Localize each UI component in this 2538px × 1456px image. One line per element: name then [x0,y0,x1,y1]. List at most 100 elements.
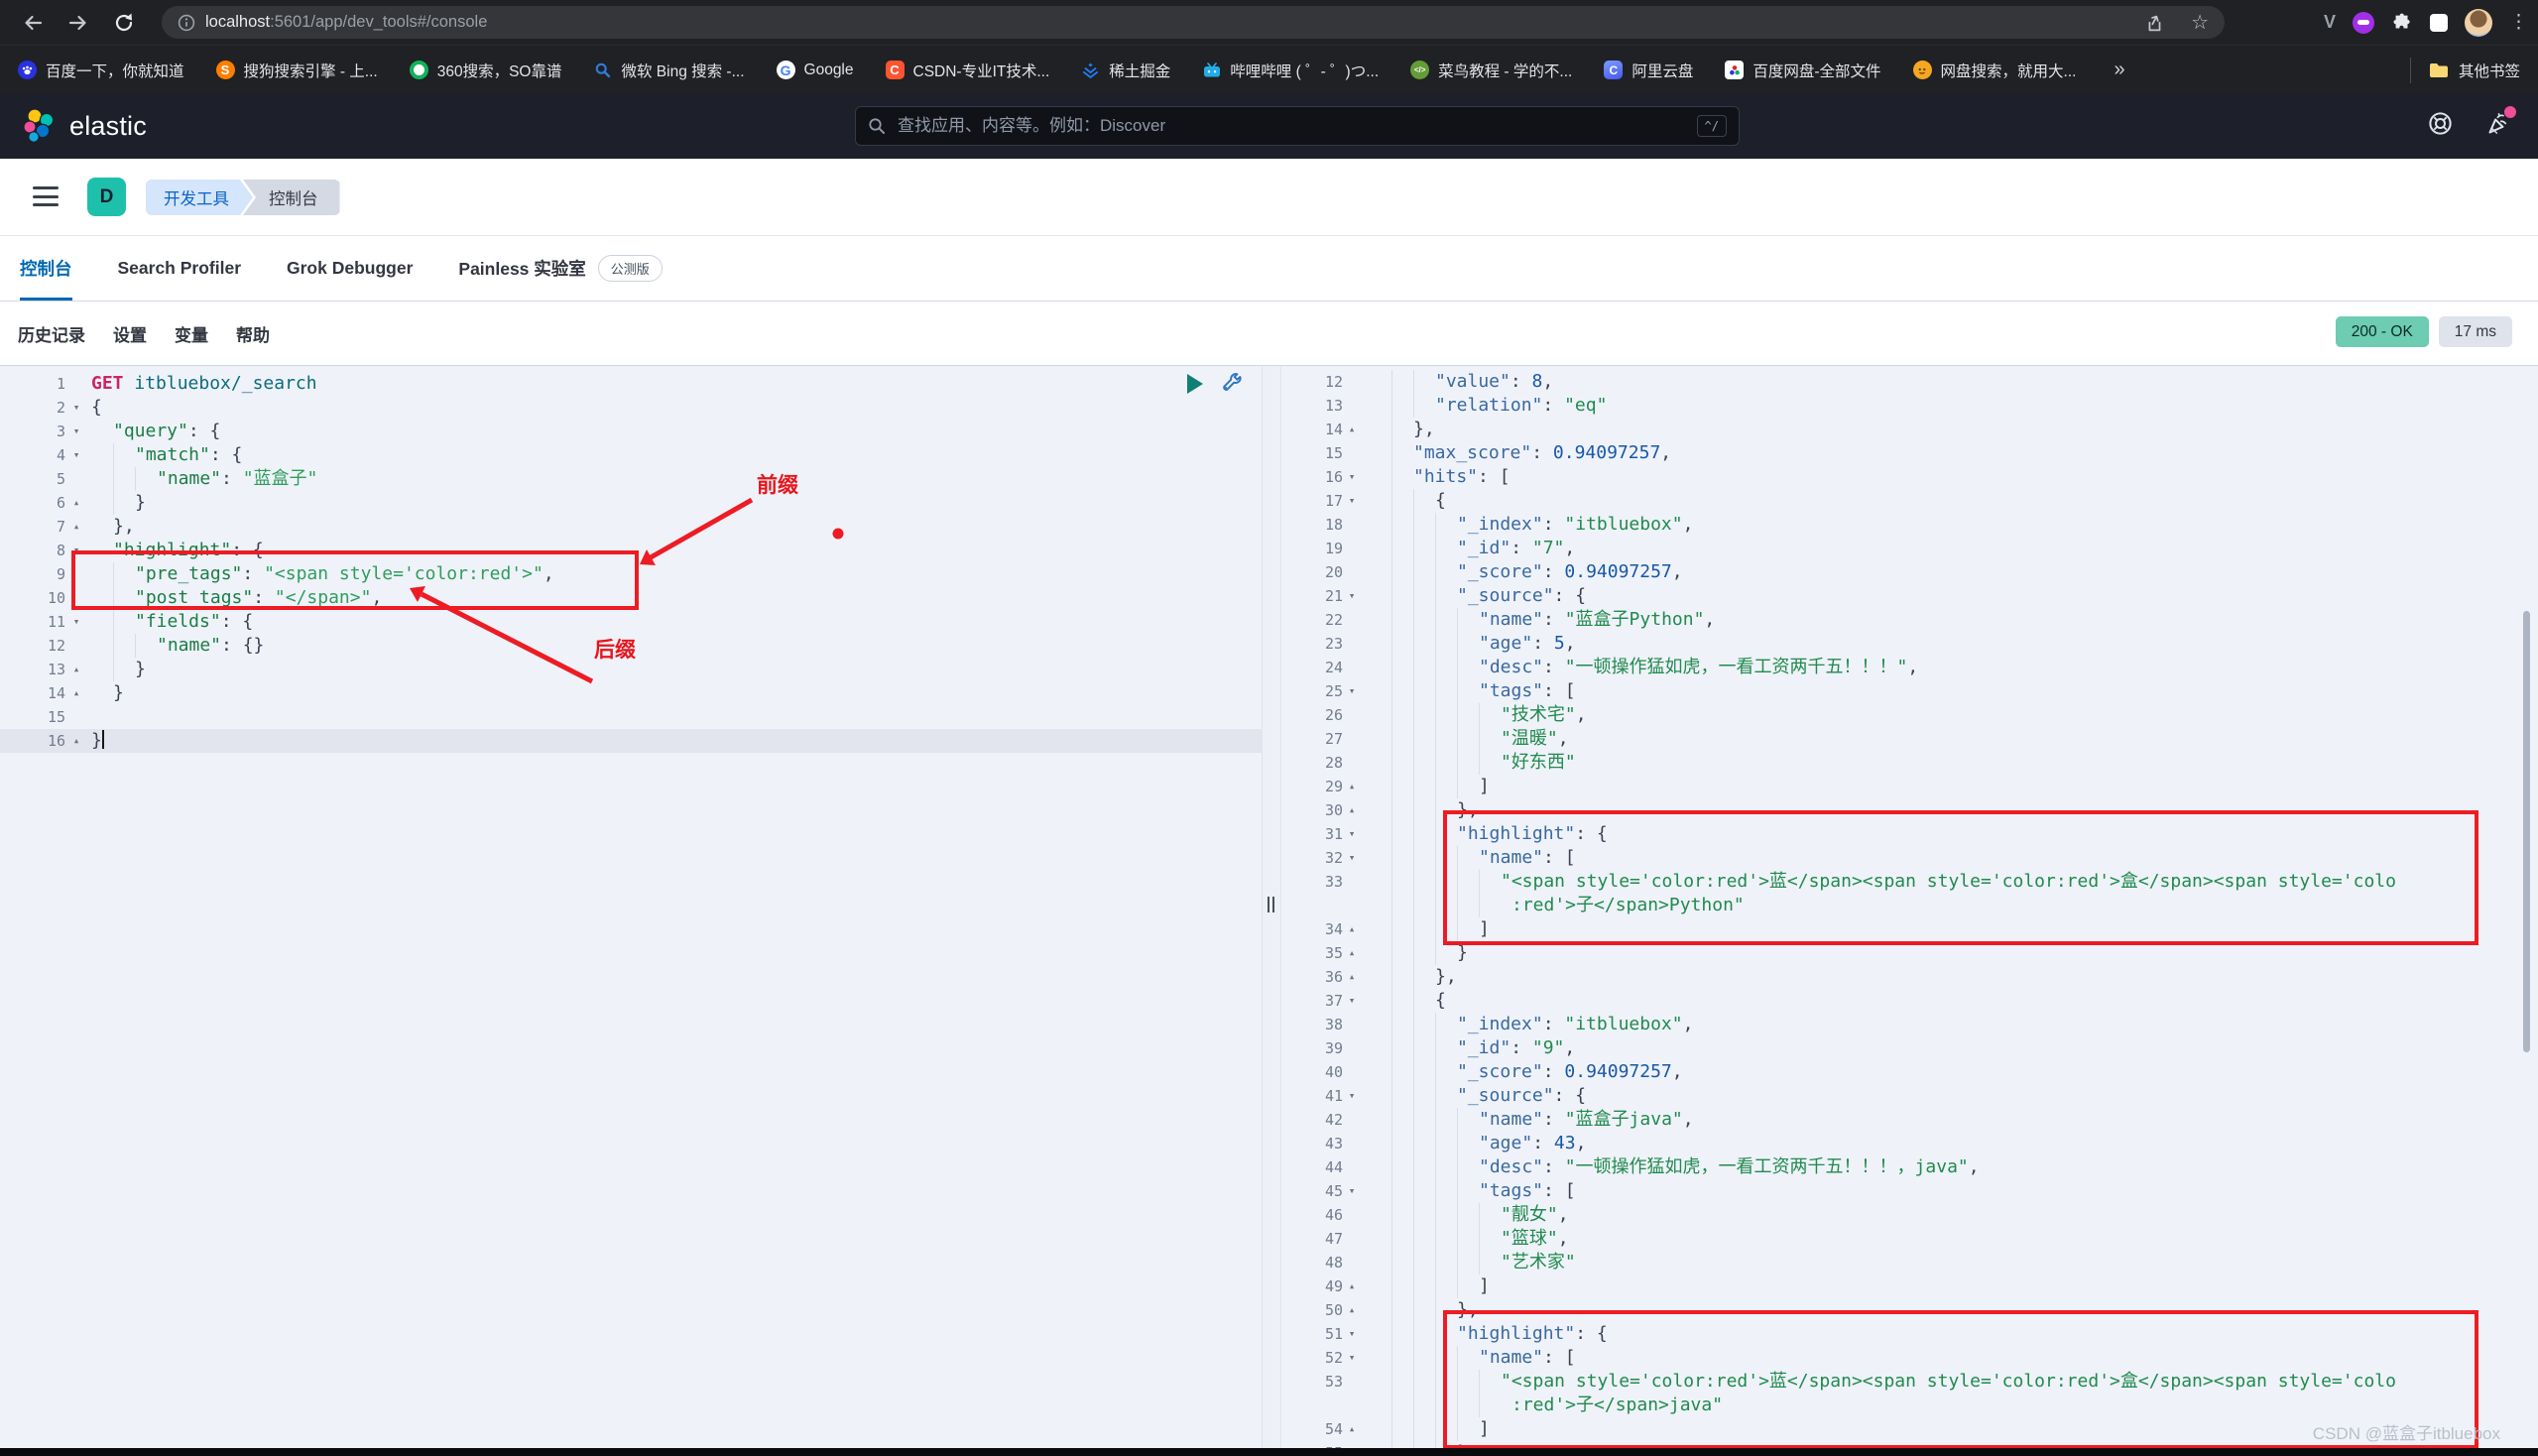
news-feed-icon[interactable] [2485,110,2512,137]
editor-line[interactable]: 7▴}, [0,515,1262,539]
forward-icon[interactable] [63,8,93,38]
output-scrollbar[interactable] [2523,611,2530,1052]
fold-toggle-icon[interactable]: ▾ [1343,679,1361,703]
space-avatar[interactable]: D [87,178,126,216]
back-icon[interactable] [18,8,48,38]
help-icon[interactable] [2427,110,2454,137]
line-number: 15 [1281,441,1343,465]
editor-line[interactable]: 1GET itbluebox/_search [0,372,1262,396]
bookmark-item[interactable]: </>菜鸟教程 - 学的不... [1410,60,1572,81]
fold-toggle-icon[interactable]: ▾ [65,539,87,562]
breadcrumb-dev-tools[interactable]: 开发工具 [146,180,253,215]
bookmark-item[interactable]: GGoogle [777,61,854,79]
bookmark-star-icon[interactable]: ☆ [2191,10,2209,35]
editor-line[interactable]: 14▴} [0,681,1262,705]
global-search-bar[interactable]: ^/ [855,106,1740,146]
fold-toggle-icon[interactable]: ▾ [1343,1322,1361,1346]
fold-toggle-icon[interactable]: ▾ [65,610,87,634]
tab-painless-实验室[interactable]: Painless 实验室公测版 [458,236,662,301]
browser-menu-icon[interactable]: ⋮ [2509,13,2528,32]
reload-icon[interactable] [109,8,139,38]
fold-toggle-icon[interactable]: ▴ [1343,917,1361,941]
editor-line[interactable]: 10"post_tags": "</span>", [0,586,1262,610]
fold-toggle-icon[interactable]: ▾ [1343,1084,1361,1108]
other-bookmarks-button[interactable]: 其他书签 [2459,60,2520,81]
bookmark-item[interactable]: 百度网盘-全部文件 [1725,60,1880,81]
fold-toggle-icon[interactable]: ▾ [1343,489,1361,513]
elastic-brand[interactable]: elastic [22,108,147,144]
fold-toggle-icon[interactable]: ▾ [1343,989,1361,1013]
fold-toggle-icon[interactable]: ▾ [1343,1346,1361,1370]
console-menu-设置[interactable]: 设置 [113,321,147,346]
extensions-puzzle-icon[interactable] [2391,12,2413,34]
fold-toggle-icon[interactable]: ▴ [65,658,87,681]
fold-toggle-icon[interactable]: ▾ [1343,584,1361,608]
editor-line[interactable]: 11▾"fields": { [0,610,1262,634]
request-editor[interactable]: 1GET itbluebox/_search2▾{3▾"query": {4▾"… [0,366,1262,1448]
url-text[interactable]: localhost:5601/app/dev_tools#/console [205,13,487,32]
bookmark-item[interactable]: 网盘搜索，就用大... [1913,60,2077,81]
fold-toggle-icon[interactable]: ▴ [1343,418,1361,441]
panel-resize-handle[interactable] [1262,366,1281,1448]
bookmark-item[interactable]: 微软 Bing 搜索 -... [593,60,744,81]
tab-控制台[interactable]: 控制台 [20,236,72,301]
editor-line[interactable]: 5"name": "蓝盒子" [0,467,1262,491]
fold-toggle-icon[interactable]: ▴ [1343,1274,1361,1298]
fold-toggle-icon[interactable]: ▴ [1343,1417,1361,1441]
editor-line[interactable]: 3▾"query": { [0,420,1262,443]
vue-devtools-extension-icon[interactable]: V [2324,12,2336,33]
fold-toggle-icon[interactable]: ▴ [1343,1441,1361,1448]
browser-profile-avatar[interactable] [2465,9,2492,37]
bookmark-item[interactable]: C阿里云盘 [1604,60,1693,81]
console-menu-变量[interactable]: 变量 [175,321,208,346]
editor-line[interactable]: 16▴} [0,729,1262,753]
fold-toggle-icon[interactable]: ▴ [1343,775,1361,798]
bookmark-item[interactable]: S搜狗搜索引擎 - 上... [216,60,378,81]
console-menu-历史记录[interactable]: 历史记录 [18,321,85,346]
fold-toggle-icon[interactable]: ▴ [65,515,87,539]
editor-line[interactable]: 6▴} [0,491,1262,515]
fold-toggle-icon[interactable]: ▾ [65,443,87,467]
fold-toggle-icon[interactable]: ▾ [1343,465,1361,489]
bookmark-item[interactable]: 360搜索，SO靠谱 [410,60,562,81]
console-menu-帮助[interactable]: 帮助 [236,321,270,346]
fold-toggle-icon[interactable]: ▴ [65,681,87,705]
bookmark-item[interactable]: 哔哩哔哩 ( ゜- ゜)つ... [1202,60,1379,81]
fold-toggle-icon[interactable]: ▴ [1343,941,1361,965]
address-bar[interactable]: localhost:5601/app/dev_tools#/console ☆ [162,6,2225,39]
editor-line[interactable]: 9"pre_tags": "<span style='color:red'>", [0,562,1262,586]
editor-line[interactable]: 4▾"match": { [0,443,1262,467]
line-number: 36 [1281,965,1343,989]
fold-toggle-icon[interactable]: ▴ [1343,1298,1361,1322]
bookmark-item[interactable]: CCSDN-专业IT技术... [886,60,1050,81]
request-wrench-icon[interactable] [1219,371,1245,397]
annotation-label-suffix: 后缀 [594,634,636,664]
fold-toggle-icon[interactable]: ▾ [1343,846,1361,870]
code-text: "name": [ [1361,1346,2538,1370]
menu-icon[interactable] [33,186,59,206]
purple-extension-icon[interactable] [2353,12,2374,34]
code-text: "highlight": { [87,539,1262,562]
bookmark-item[interactable]: 稀土掘金 [1081,60,1170,81]
fold-toggle-icon[interactable]: ▴ [65,729,87,753]
fold-toggle-icon[interactable]: ▾ [65,396,87,420]
editor-line[interactable]: 15 [0,705,1262,729]
fold-toggle-icon[interactable]: ▾ [1343,1179,1361,1203]
fold-toggle-icon[interactable]: ▴ [1343,965,1361,989]
white-extension-icon[interactable] [2430,14,2448,32]
fold-toggle-icon[interactable]: ▾ [1343,822,1361,846]
site-info-icon[interactable] [178,14,195,32]
send-request-button[interactable] [1187,374,1203,394]
editor-line[interactable]: 8▾"highlight": { [0,539,1262,562]
fold-toggle-icon[interactable]: ▾ [65,420,87,443]
bookmark-item[interactable]: 百度一下，你就知道 [18,60,184,81]
search-input[interactable] [896,115,1687,137]
bookmarks-overflow-chevron[interactable]: » [2114,59,2124,81]
fold-toggle-icon[interactable]: ▴ [65,491,87,515]
tab-search-profiler[interactable]: Search Profiler [118,236,242,301]
share-icon[interactable] [2143,12,2165,34]
tab-grok-debugger[interactable]: Grok Debugger [287,236,413,301]
fold-toggle-icon[interactable]: ▴ [1343,798,1361,822]
editor-line[interactable]: 2▾{ [0,396,1262,420]
fold-toggle-icon [1343,703,1361,727]
